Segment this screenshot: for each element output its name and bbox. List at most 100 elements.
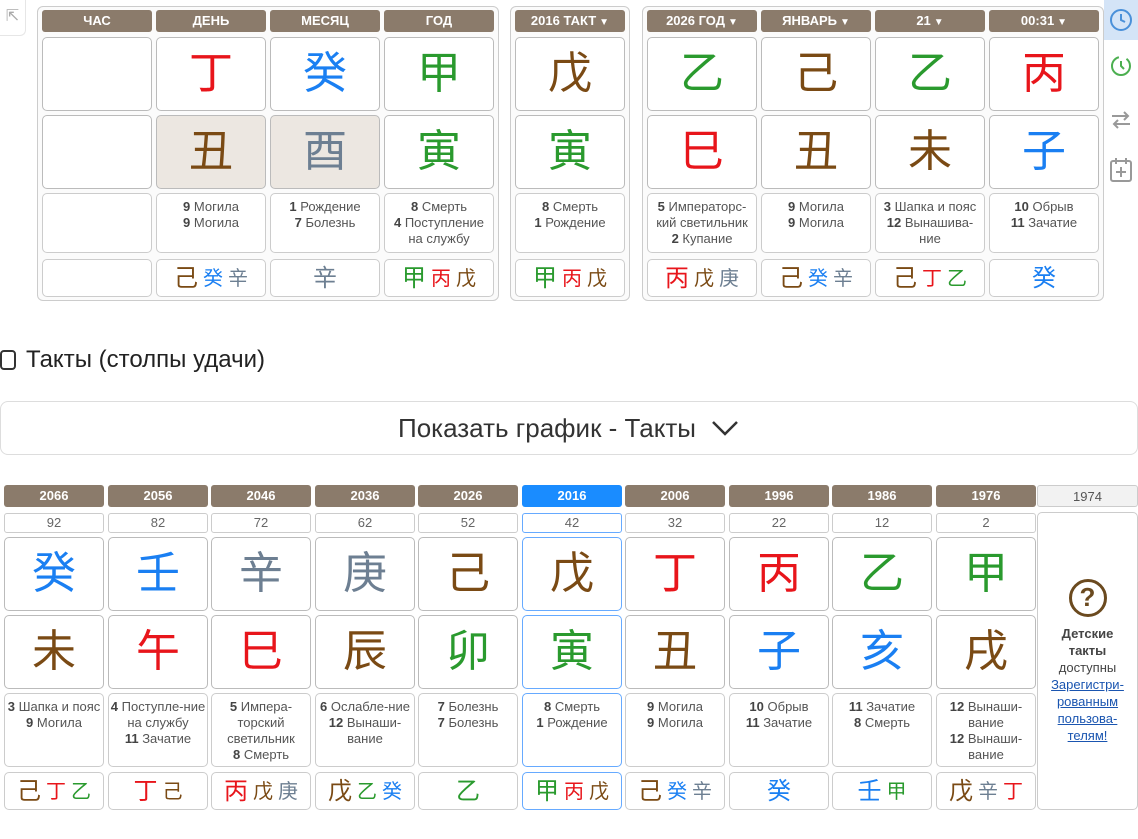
collapse-icon[interactable]: ⇱ bbox=[0, 0, 26, 36]
pillar-stem-4[interactable]: 己 bbox=[418, 537, 518, 611]
natal-branch-0[interactable] bbox=[42, 115, 152, 189]
pillar-year-6[interactable]: 2006 bbox=[625, 485, 725, 507]
pillar-branch-7[interactable]: 子 bbox=[729, 615, 829, 689]
pillar-branch-0[interactable]: 未 bbox=[4, 615, 104, 689]
takts-checkbox[interactable] bbox=[0, 350, 16, 370]
pillar-age-0: 92 bbox=[4, 513, 104, 533]
hidden-stem: 癸 bbox=[1032, 264, 1056, 292]
register-link[interactable]: Зарегистри-рованным пользова-телям! bbox=[1042, 676, 1133, 744]
pillar-branch-0-char: 未 bbox=[32, 626, 76, 677]
note-text: Болезнь bbox=[305, 215, 356, 230]
takt-stem[interactable]: 戊 bbox=[515, 37, 625, 111]
dropdown-arrow-icon: ▼ bbox=[933, 17, 944, 28]
note-number: 1 bbox=[534, 215, 542, 230]
natal-stem-1[interactable]: 丁 bbox=[156, 37, 266, 111]
note-text: Обрыв bbox=[1032, 199, 1074, 214]
pillar-year-5[interactable]: 2016 bbox=[522, 485, 622, 507]
pillar-branch-4-char: 卯 bbox=[446, 626, 490, 677]
note-number: 1 bbox=[289, 199, 297, 214]
current-header-0[interactable]: 2026 ГОД ▼ bbox=[647, 10, 757, 32]
pillar-year-header-kids[interactable]: 1974 bbox=[1037, 485, 1138, 507]
natal-branch-2[interactable]: 酉 bbox=[270, 115, 380, 189]
natal-hidden-0 bbox=[42, 259, 152, 297]
pillar-year-8[interactable]: 1986 bbox=[832, 485, 932, 507]
pillar-year-1[interactable]: 2056 bbox=[108, 485, 208, 507]
current-stem-1[interactable]: 己 bbox=[761, 37, 871, 111]
note-text: Смерть bbox=[554, 699, 601, 714]
note-text: Рождение bbox=[545, 215, 606, 230]
pillar-branch-2[interactable]: 巳 bbox=[211, 615, 311, 689]
pillar-branch-8[interactable]: 亥 bbox=[832, 615, 932, 689]
current-header-2[interactable]: 21 ▼ bbox=[875, 10, 985, 32]
pillar-stem-2[interactable]: 辛 bbox=[211, 537, 311, 611]
takts-toggle[interactable]: Такты (столпы удачи) bbox=[0, 346, 265, 374]
pillar-year-9[interactable]: 1976 bbox=[936, 485, 1036, 507]
pillar-branch-9[interactable]: 戌 bbox=[936, 615, 1036, 689]
pillar-stem-9[interactable]: 甲 bbox=[936, 537, 1036, 611]
note-number: 11 bbox=[1010, 215, 1025, 230]
current-stem-0[interactable]: 乙 bbox=[647, 37, 757, 111]
current-stem-3[interactable]: 丙 bbox=[989, 37, 1099, 111]
swap-icon[interactable] bbox=[1104, 100, 1138, 140]
note-text: Смерть bbox=[552, 199, 599, 214]
takt-notes: 8 Смерть 1 Рождение bbox=[515, 193, 625, 253]
natal-header-2[interactable]: МЕСЯЦ bbox=[270, 10, 380, 32]
pillar-year-2[interactable]: 2046 bbox=[211, 485, 311, 507]
pillar-branch-1[interactable]: 午 bbox=[108, 615, 208, 689]
pillar-stem-7[interactable]: 丙 bbox=[729, 537, 829, 611]
current-branch-3-char: 子 bbox=[1022, 126, 1066, 177]
pillar-branch-3[interactable]: 辰 bbox=[315, 615, 415, 689]
pillar-branch-6[interactable]: 丑 bbox=[625, 615, 725, 689]
pillar-year-5-label: 2016 bbox=[557, 488, 587, 503]
takt-header[interactable]: 2016 ТАКТ ▼ bbox=[515, 10, 625, 32]
natal-header-0[interactable]: ЧАС bbox=[42, 10, 152, 32]
pillar-year-6-label: 2006 bbox=[660, 488, 690, 503]
takt-branch[interactable]: 寅 bbox=[515, 115, 625, 189]
hidden-stem: 甲 bbox=[533, 264, 557, 292]
pillar-year-3[interactable]: 2036 bbox=[315, 485, 415, 507]
natal-stem-2[interactable]: 癸 bbox=[270, 37, 380, 111]
natal-branch-3[interactable]: 寅 bbox=[384, 115, 494, 189]
hidden-stem: 己 bbox=[638, 777, 662, 805]
natal-stem-3[interactable]: 甲 bbox=[384, 37, 494, 111]
pillar-stem-5[interactable]: 戊 bbox=[522, 537, 622, 611]
current-branch-0[interactable]: 巳 bbox=[647, 115, 757, 189]
history-icon[interactable] bbox=[1104, 46, 1138, 86]
note-line: 11 Зачатие bbox=[730, 715, 828, 731]
pillar-year-7[interactable]: 1996 bbox=[729, 485, 829, 507]
current-branch-1[interactable]: 丑 bbox=[761, 115, 871, 189]
pillar-year-0[interactable]: 2066 bbox=[4, 485, 104, 507]
pillar-stem-8[interactable]: 乙 bbox=[832, 537, 932, 611]
current-branch-3[interactable]: 子 bbox=[989, 115, 1099, 189]
hidden-stem: 乙 bbox=[947, 266, 967, 290]
pillar-branch-5[interactable]: 寅 bbox=[522, 615, 622, 689]
note-text: Ослабле-ние bbox=[330, 699, 410, 714]
pillar-year-4[interactable]: 2026 bbox=[418, 485, 518, 507]
natal-branch-1[interactable]: 丑 bbox=[156, 115, 266, 189]
note-text: Зачатие bbox=[763, 715, 813, 730]
current-header-3[interactable]: 00:31 ▼ bbox=[989, 10, 1099, 32]
pillar-stem-1[interactable]: 壬 bbox=[108, 537, 208, 611]
pillar-age-4: 52 bbox=[418, 513, 518, 533]
calendar-add-icon[interactable] bbox=[1104, 150, 1138, 190]
natal-header-3[interactable]: ГОД bbox=[384, 10, 494, 32]
current-header-1[interactable]: ЯНВАРЬ ▼ bbox=[761, 10, 871, 32]
clock-icon[interactable] bbox=[1104, 0, 1138, 40]
note-text: Импера-торский светильник bbox=[227, 699, 295, 746]
show-chart-button[interactable]: Показать график - Такты bbox=[0, 401, 1138, 455]
pillar-stem-6[interactable]: 丁 bbox=[625, 537, 725, 611]
pillar-year-0-label: 2066 bbox=[39, 488, 69, 503]
note-text: Шапка и пояс bbox=[894, 199, 977, 214]
current-stem-2[interactable]: 乙 bbox=[875, 37, 985, 111]
current-branch-2[interactable]: 未 bbox=[875, 115, 985, 189]
natal-branch-3-char: 寅 bbox=[417, 126, 461, 177]
pillar-stem-3[interactable]: 庚 bbox=[315, 537, 415, 611]
note-line: 8 Смерть bbox=[833, 715, 931, 731]
current-hidden-0: 丙戊庚 bbox=[647, 259, 757, 297]
natal-stem-0[interactable] bbox=[42, 37, 152, 111]
pillar-stem-0[interactable]: 癸 bbox=[4, 537, 104, 611]
note-line: 9 Могила bbox=[626, 715, 724, 731]
pillar-branch-4[interactable]: 卯 bbox=[418, 615, 518, 689]
hidden-stem: 己 bbox=[893, 264, 917, 292]
natal-header-1[interactable]: ДЕНЬ bbox=[156, 10, 266, 32]
